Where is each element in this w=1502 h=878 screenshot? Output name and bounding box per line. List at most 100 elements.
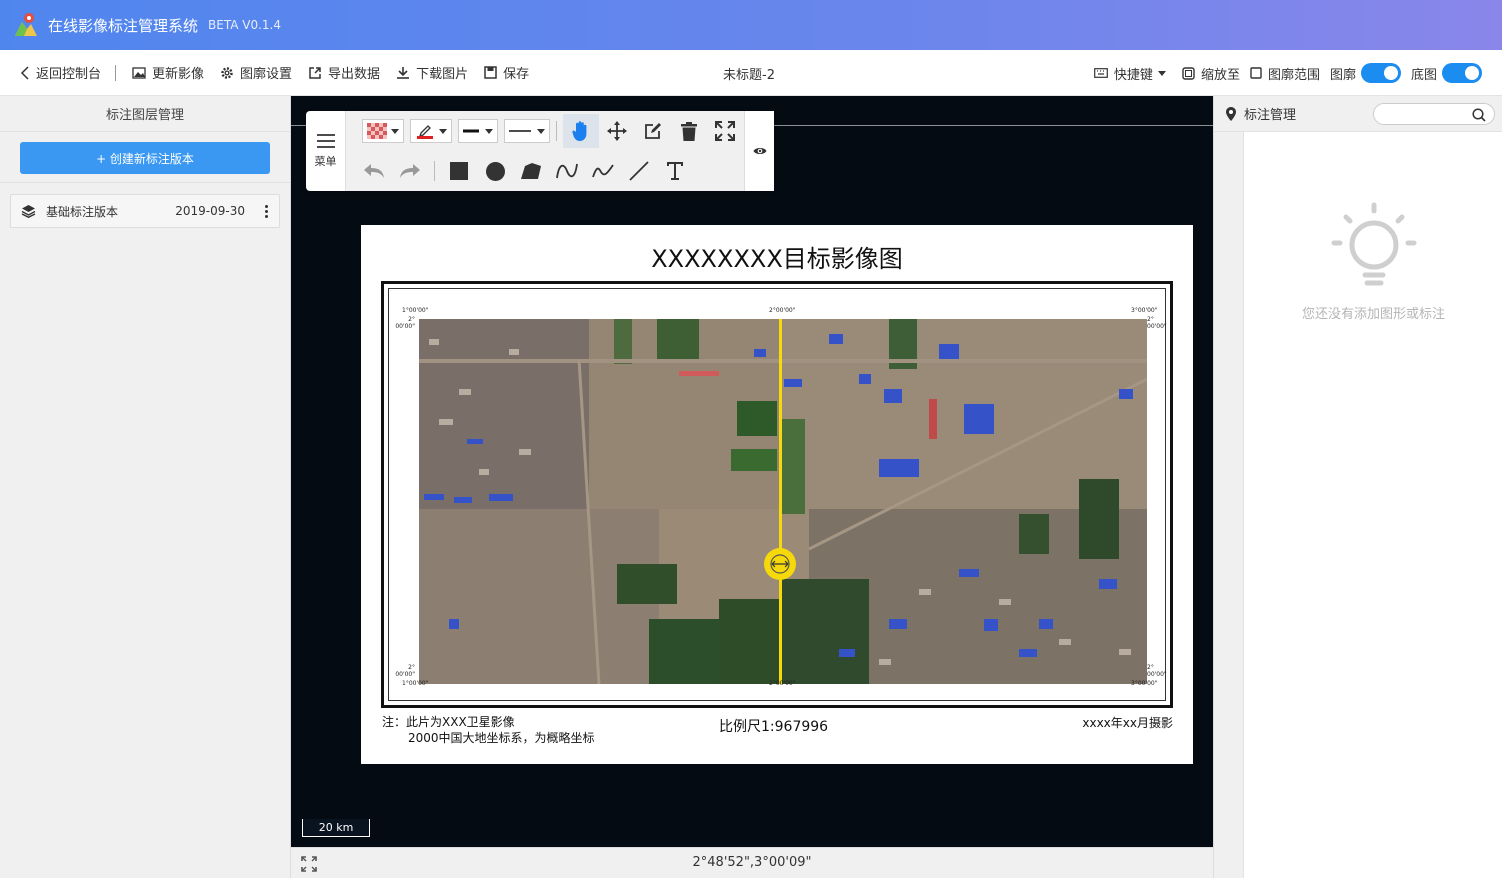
caret-down-icon	[1157, 70, 1166, 76]
line-tool-button[interactable]	[621, 154, 657, 188]
map-sheet: XXXXXXXX目标影像图 1°00'00" 2°00'00" 3°00'00"…	[361, 225, 1193, 764]
toolbar-divider	[115, 64, 117, 81]
export-icon	[309, 66, 321, 79]
layers-icon	[21, 205, 36, 218]
zoom-to-button[interactable]: 缩放至	[1182, 64, 1240, 83]
undo-button[interactable]	[356, 154, 392, 188]
redo-button[interactable]	[392, 154, 428, 188]
export-data-button[interactable]: 导出数据	[308, 63, 380, 82]
satellite-imagery	[419, 319, 1147, 684]
curve-tool-button[interactable]	[549, 154, 585, 188]
coord-bottom-right: 3°00'00"	[1131, 680, 1158, 687]
pan-tool-button[interactable]	[563, 114, 599, 148]
delete-tool-button[interactable]	[671, 114, 707, 148]
text-icon	[667, 162, 683, 180]
sheet-frame: 1°00'00" 2°00'00" 3°00'00" 2° 00'00" 2° …	[381, 281, 1173, 708]
save-icon	[484, 66, 497, 79]
annotation-panel-title: 标注管理	[1244, 108, 1297, 123]
tool-divider	[556, 121, 557, 141]
coord-top-mid: 2°00'00"	[769, 307, 796, 314]
back-to-console-button[interactable]: 返回控制台	[20, 63, 101, 82]
coord-left-bottom: 2° 00'00"	[395, 664, 415, 678]
shortcuts-dropdown[interactable]: 快捷键	[1094, 64, 1172, 83]
caret-down-icon	[391, 128, 399, 134]
drawing-toolbar: 菜单	[306, 111, 774, 191]
menu-button[interactable]: 菜单	[306, 111, 346, 191]
frame-range-button[interactable]: 图廓范围	[1250, 64, 1320, 83]
coord-right-top: 2° 00'00"	[1147, 316, 1167, 330]
basemap-toggle[interactable]	[1442, 63, 1482, 83]
annotation-search-input[interactable]	[1373, 103, 1495, 125]
curve-icon	[556, 163, 578, 179]
version-name: 基础标注版本	[46, 204, 119, 219]
save-label: 保存	[503, 67, 530, 82]
circle-icon	[485, 161, 505, 181]
main-toolbar: 返回控制台 更新影像 图廓设置 导出数据 下载图片 保存 未标题-2 快捷键 缩…	[0, 50, 1502, 96]
note-line-1: 注：此片为XXX卫星影像	[382, 715, 515, 729]
save-button[interactable]: 保存	[484, 63, 529, 82]
polygon-tool-button[interactable]	[513, 154, 549, 188]
line-weight-dropdown[interactable]	[458, 119, 498, 143]
text-tool-button[interactable]	[657, 154, 693, 188]
line-style-dropdown[interactable]	[504, 119, 550, 143]
search-icon[interactable]	[1472, 108, 1486, 122]
empty-state: 您还没有添加图形或标注	[1244, 201, 1502, 322]
sheet-title: XXXXXXXX目标影像图	[651, 245, 903, 273]
update-image-button[interactable]: 更新影像	[132, 63, 204, 82]
polyline-icon	[592, 164, 614, 178]
frame-settings-button[interactable]: 图廓设置	[220, 63, 292, 82]
export-data-label: 导出数据	[328, 67, 381, 82]
annotation-panel: 标注管理 您还没有添加图形或标注	[1213, 96, 1502, 878]
download-image-button[interactable]: 下载图片	[396, 63, 468, 82]
hand-icon	[572, 121, 587, 141]
zoom-to-extent-icon	[1182, 66, 1195, 80]
redo-icon	[400, 164, 420, 178]
fill-pattern-icon	[367, 123, 387, 139]
app-version: BETA V0.1.4	[208, 18, 281, 32]
rectangle-tool-button[interactable]	[441, 154, 477, 188]
lightbulb-icon	[1331, 202, 1416, 286]
coord-top-right: 3°00'00"	[1131, 307, 1158, 314]
frame-toggle[interactable]	[1360, 63, 1401, 83]
caret-down-icon	[485, 128, 493, 134]
empty-state-text: 您还没有添加图形或标注	[1301, 307, 1445, 322]
edit-tool-button[interactable]	[635, 114, 671, 148]
version-item[interactable]: 基础标注版本 2019-09-30	[10, 194, 280, 228]
layer-panel-header: 标注图层管理	[0, 96, 290, 132]
zoom-to-label: 缩放至	[1200, 67, 1240, 83]
menu-label: 菜单	[314, 155, 337, 168]
coord-top-left: 1°00'00"	[402, 307, 429, 314]
move-tool-button[interactable]	[599, 114, 635, 148]
app-header: 在线影像标注管理系统 BETA V0.1.4	[0, 0, 1502, 50]
coord-bottom-left: 1°00'00"	[402, 680, 429, 687]
frame-range-label: 图廓范围	[1267, 67, 1320, 83]
download-icon	[397, 66, 410, 79]
satellite-image[interactable]	[419, 319, 1147, 684]
circle-tool-button[interactable]	[477, 154, 513, 188]
fill-pattern-dropdown[interactable]	[362, 119, 404, 143]
tool-row-draw	[346, 151, 693, 191]
trash-icon	[681, 121, 697, 141]
app-logo-icon	[13, 12, 39, 38]
basemap-toggle-label: 底图	[1410, 67, 1437, 83]
annotation-side-strip	[1214, 132, 1244, 878]
scale-bar: 20 km	[302, 819, 370, 837]
shortcuts-label: 快捷键	[1113, 67, 1153, 83]
download-image-label: 下载图片	[416, 67, 469, 82]
toggle-visibility-button[interactable]	[744, 111, 774, 191]
create-version-button[interactable]: + 创建新标注版本	[20, 142, 270, 174]
drawing-tools	[346, 111, 744, 191]
more-options-icon[interactable]	[259, 204, 273, 218]
fullscreen-icon	[715, 121, 735, 141]
hamburger-icon	[316, 134, 335, 148]
stroke-color-dropdown[interactable]	[410, 119, 452, 143]
fullscreen-tool-button[interactable]	[707, 114, 743, 148]
sheet-scale: 比例尺1:967996	[719, 719, 829, 735]
undo-icon	[364, 164, 384, 178]
polyline-tool-button[interactable]	[585, 154, 621, 188]
map-canvas[interactable]: 菜单 XXXXXXXX目标影像图 1°00'00" 2°00'00" 3°00'…	[291, 96, 1213, 847]
layer-management-panel: 标注图层管理 + 创建新标注版本 基础标注版本 2019-09-30	[0, 96, 291, 878]
coord-right-bottom: 2° 00'00"	[1147, 664, 1167, 678]
rectangle-icon	[450, 162, 468, 180]
keyboard-icon	[1094, 68, 1108, 78]
